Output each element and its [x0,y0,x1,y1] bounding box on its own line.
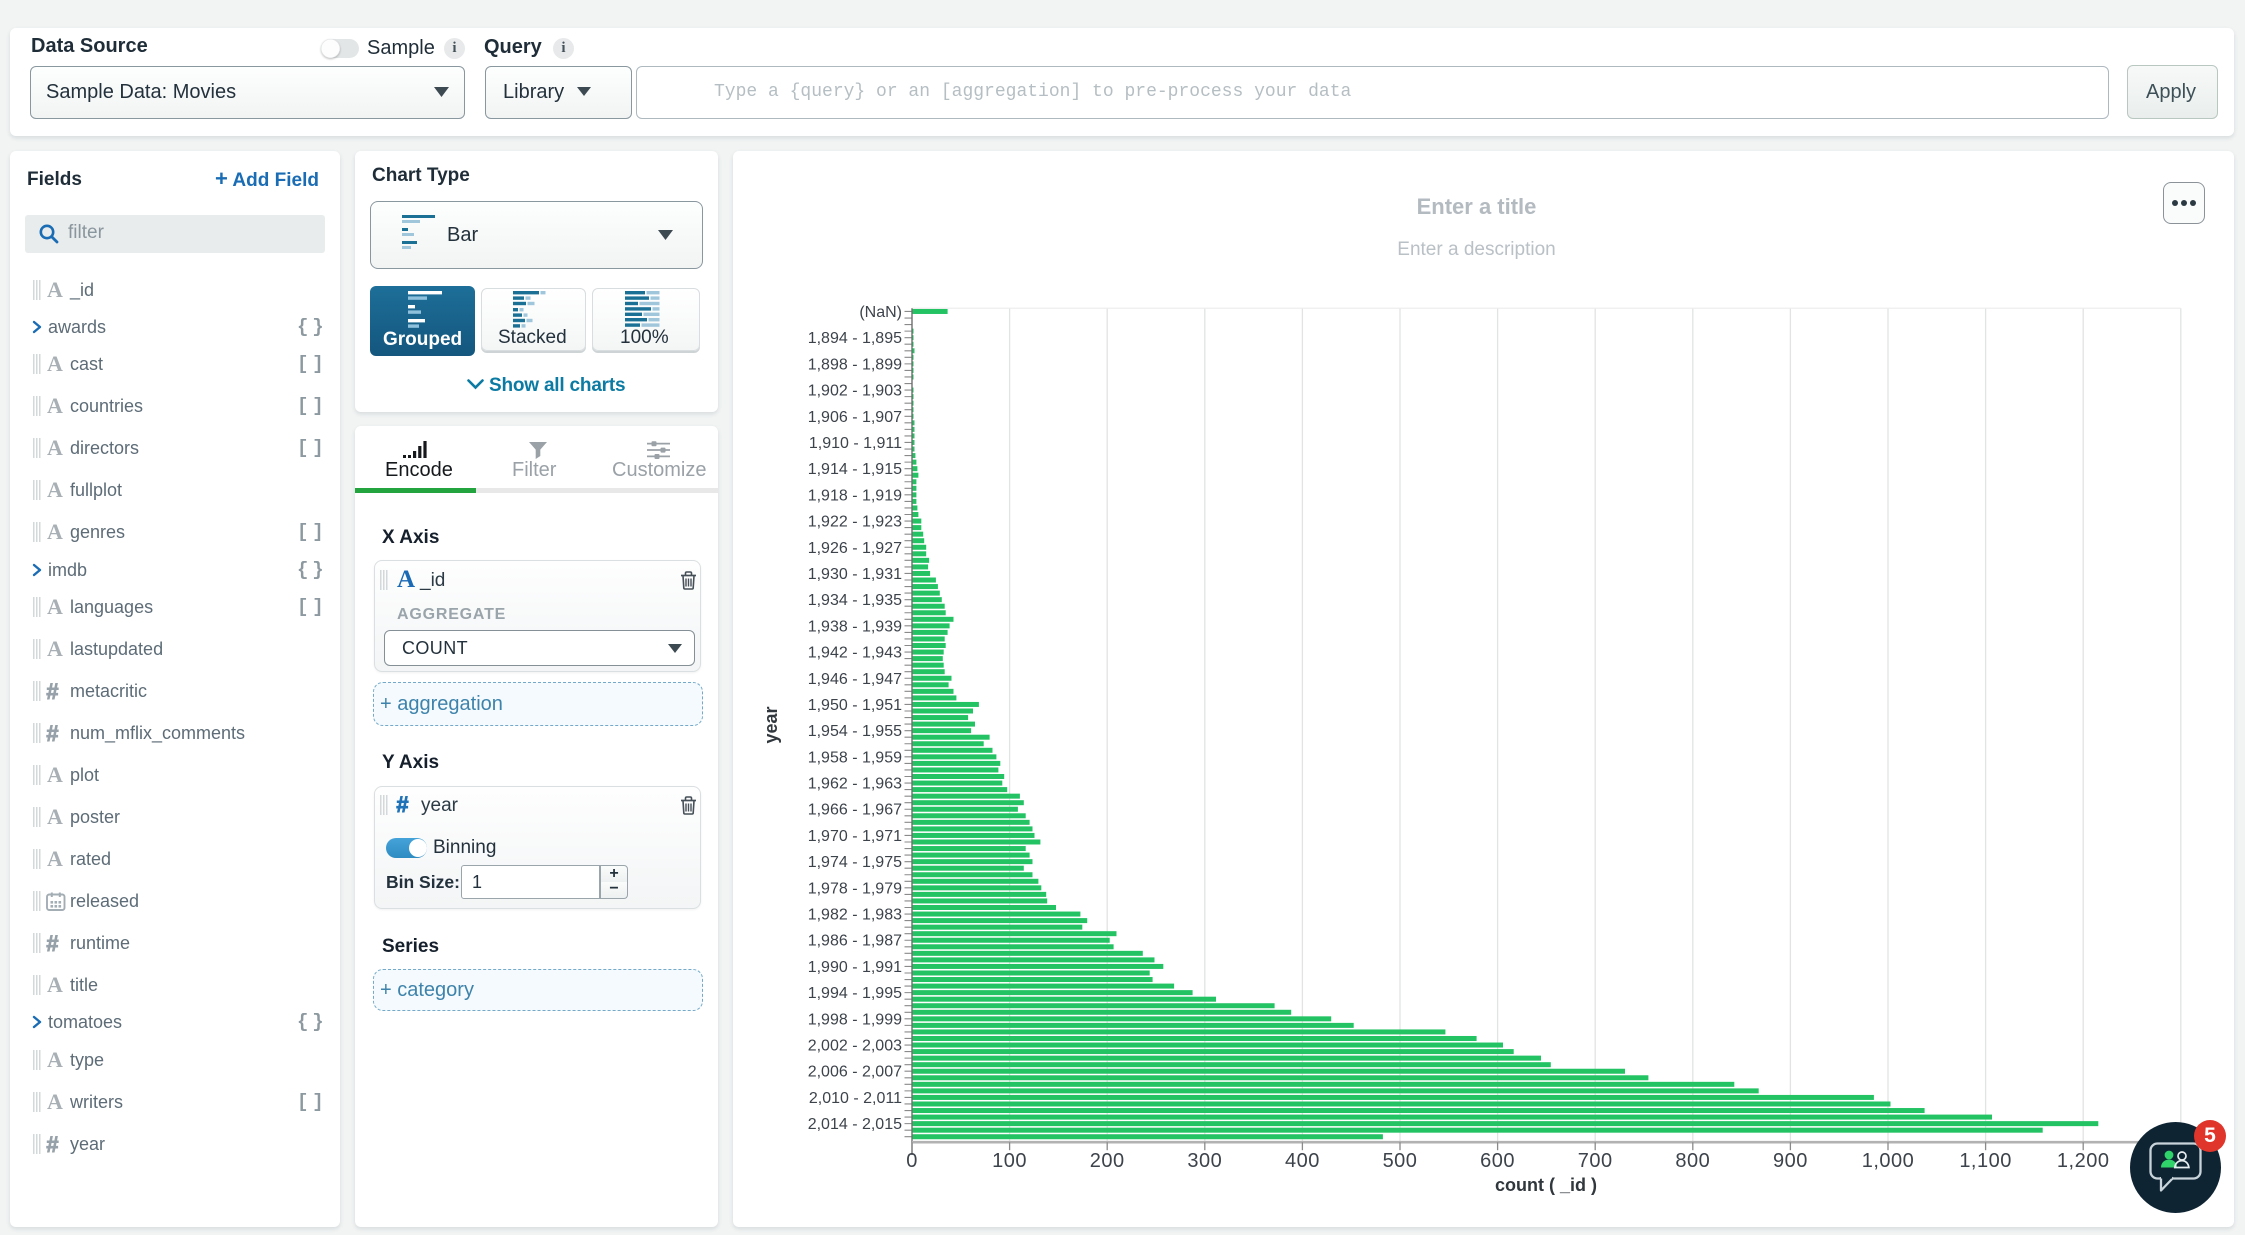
svg-text:2,014 - 2,015: 2,014 - 2,015 [808,1116,902,1133]
svg-text:1,978 - 1,979: 1,978 - 1,979 [808,880,902,897]
svg-text:700: 700 [1578,1150,1613,1172]
svg-text:1,950 - 1,951: 1,950 - 1,951 [808,697,902,714]
svg-text:1,970 - 1,971: 1,970 - 1,971 [808,828,902,845]
svg-text:500: 500 [1383,1150,1418,1172]
svg-text:1,990 - 1,991: 1,990 - 1,991 [808,959,902,976]
svg-text:1,918 - 1,919: 1,918 - 1,919 [808,487,902,504]
svg-text:1,922 - 1,923: 1,922 - 1,923 [808,514,902,531]
svg-text:200: 200 [1090,1150,1125,1172]
svg-text:1,902 - 1,903: 1,902 - 1,903 [808,383,902,400]
svg-text:count ( _id ): count ( _id ) [1495,1175,1597,1195]
svg-text:1,894 - 1,895: 1,894 - 1,895 [808,330,902,347]
svg-text:1,954 - 1,955: 1,954 - 1,955 [808,723,902,740]
svg-text:400: 400 [1285,1150,1320,1172]
svg-text:1,938 - 1,939: 1,938 - 1,939 [808,618,902,635]
svg-text:1,898 - 1,899: 1,898 - 1,899 [808,356,902,373]
svg-text:1,958 - 1,959: 1,958 - 1,959 [808,749,902,766]
svg-text:1,906 - 1,907: 1,906 - 1,907 [808,409,902,426]
svg-text:1,910 - 1,911: 1,910 - 1,911 [809,435,902,452]
svg-text:0: 0 [906,1150,918,1172]
svg-text:1,998 - 1,999: 1,998 - 1,999 [808,1011,902,1028]
svg-text:1,000: 1,000 [1862,1150,1915,1172]
svg-text:year: year [761,706,781,743]
svg-text:2,006 - 2,007: 2,006 - 2,007 [808,1064,902,1081]
svg-text:1,966 - 1,967: 1,966 - 1,967 [808,802,902,819]
svg-text:100: 100 [992,1150,1027,1172]
svg-text:2,010 - 2,011: 2,010 - 2,011 [809,1090,902,1107]
svg-text:1,942 - 1,943: 1,942 - 1,943 [808,645,902,662]
svg-text:1,986 - 1,987: 1,986 - 1,987 [808,933,902,950]
svg-text:600: 600 [1480,1150,1515,1172]
svg-text:1,100: 1,100 [1959,1150,2012,1172]
svg-text:1,946 - 1,947: 1,946 - 1,947 [808,671,902,688]
svg-text:1,200: 1,200 [2057,1150,2110,1172]
svg-text:1,930 - 1,931: 1,930 - 1,931 [808,566,902,583]
svg-text:1,982 - 1,983: 1,982 - 1,983 [808,907,902,924]
svg-text:1,962 - 1,963: 1,962 - 1,963 [808,776,902,793]
svg-text:1,926 - 1,927: 1,926 - 1,927 [808,540,902,557]
svg-text:2,002 - 2,003: 2,002 - 2,003 [808,1038,902,1055]
svg-text:(NaN): (NaN) [859,304,902,321]
svg-text:300: 300 [1187,1150,1222,1172]
svg-text:900: 900 [1773,1150,1808,1172]
svg-text:1,974 - 1,975: 1,974 - 1,975 [808,854,902,871]
svg-text:1,914 - 1,915: 1,914 - 1,915 [808,461,902,478]
svg-text:1,934 - 1,935: 1,934 - 1,935 [808,592,902,609]
svg-text:800: 800 [1675,1150,1710,1172]
svg-text:1,994 - 1,995: 1,994 - 1,995 [808,985,902,1002]
